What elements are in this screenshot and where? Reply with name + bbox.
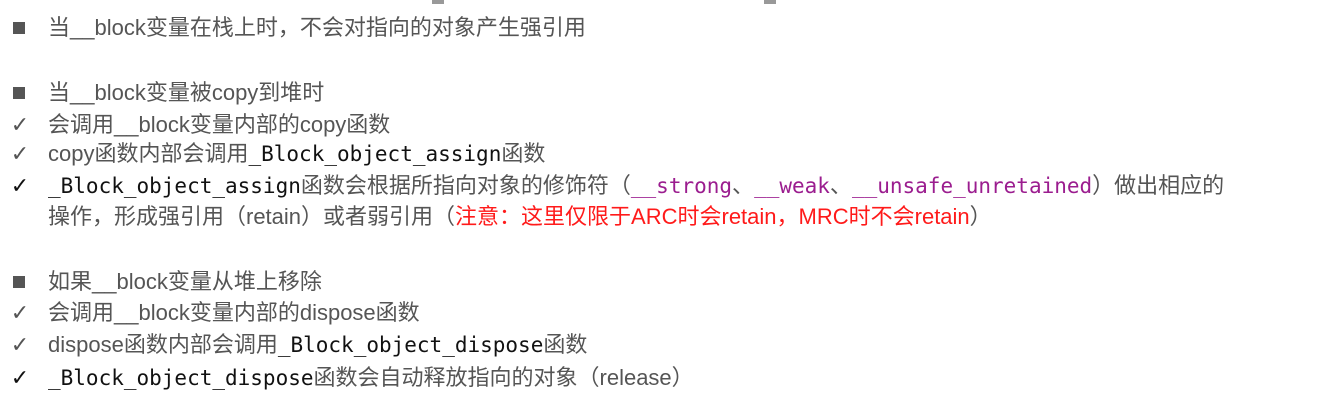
keyword-weak: __weak [754, 174, 830, 198]
check-text: dispose函数内部会调用_Block_object_dispose函数 [48, 330, 587, 360]
text-segment: 函数会自动释放指向的对象（release） [313, 365, 694, 390]
cropped-decoration [764, 0, 776, 4]
check-icon: ✓ [10, 173, 30, 198]
check-icon: ✓ [10, 365, 30, 390]
keyword-strong: __strong [630, 174, 733, 198]
text-segment: 函数 [543, 332, 588, 357]
check-icon: ✓ [10, 141, 30, 166]
separator: 、 [732, 173, 755, 198]
code-segment: _Block_object_dispose [277, 333, 544, 357]
check-text: copy函数内部会调用_Block_object_assign函数 [48, 139, 545, 169]
keyword-unsafe-unretained: __unsafe_unretained [851, 174, 1093, 198]
square-bullet-icon [13, 276, 25, 288]
text-segment: 函数 [501, 141, 546, 166]
text-segment: 操作，形成强引用（retain）或者弱引用（ [48, 204, 456, 229]
bullet-text: 如果__block变量从堆上移除 [48, 269, 322, 294]
check-icon: ✓ [10, 300, 30, 325]
text-segment: ） [969, 204, 992, 229]
text-segment: copy函数内部会调用 [48, 141, 249, 166]
text-segment: 函数会根据所指向对象的修饰符（ [300, 173, 631, 198]
bullet-text: 当__block变量在栈上时，不会对指向的对象产生强引用 [48, 15, 586, 40]
code-segment: _Block_object_assign [48, 174, 301, 198]
cropped-decoration [432, 0, 444, 4]
check-text: _Block_object_dispose函数会自动释放指向的对象（releas… [48, 363, 694, 393]
check-text: 操作，形成强引用（retain）或者弱引用（注意：这里仅限于ARC时会retai… [48, 202, 992, 232]
code-segment: _Block_object_assign [248, 142, 502, 166]
check-text: 会调用__block变量内部的copy函数 [48, 112, 391, 137]
text-segment: dispose函数内部会调用 [48, 332, 278, 357]
note-text: 注意：这里仅限于ARC时会retain，MRC时不会retain [455, 204, 970, 229]
square-bullet-icon [13, 22, 25, 34]
square-bullet-icon [13, 87, 25, 99]
text-segment: ）做出相应的 [1092, 173, 1225, 198]
separator: 、 [829, 173, 852, 198]
code-segment: _Block_object_dispose [48, 366, 314, 390]
bullet-text: 当__block变量被copy到堆时 [48, 80, 325, 105]
check-text: _Block_object_assign函数会根据所指向对象的修饰符（__str… [48, 171, 1224, 201]
check-icon: ✓ [10, 112, 30, 137]
check-icon: ✓ [10, 332, 30, 357]
check-text: 会调用__block变量内部的dispose函数 [48, 300, 420, 325]
